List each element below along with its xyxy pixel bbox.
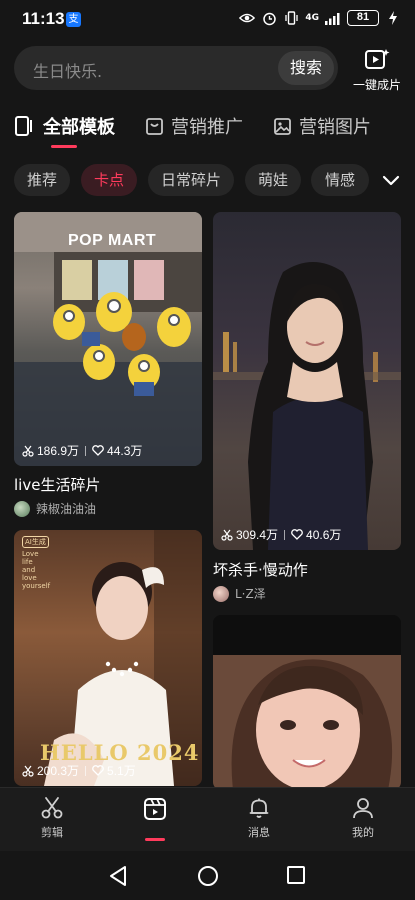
bag-icon: [146, 117, 163, 135]
avatar: [213, 585, 229, 602]
card-thumbnail: [14, 212, 202, 466]
uses-stat: 309.4万: [221, 526, 278, 543]
card-side-text: Love life and love yourself: [22, 550, 51, 590]
template-card-live-life[interactable]: POP MART 186.9万 44.3万: [14, 212, 202, 466]
status-bar: 11:13 支 4G 81: [0, 0, 415, 40]
likes-stat: 5.1万: [92, 762, 136, 779]
tab-label: 全部模板: [43, 117, 115, 138]
image-icon: [274, 117, 291, 135]
search-placeholder: 生日快乐.: [33, 62, 103, 81]
category-tabs: 全部模板 营销推广 营销图片: [0, 108, 415, 148]
likes-stat: 40.6万: [291, 526, 341, 543]
tab-marketing-images[interactable]: 营销图片: [273, 108, 371, 144]
card-stats: 309.4万 40.6万: [221, 526, 341, 543]
home-icon[interactable]: [197, 865, 219, 887]
alipay-notification-icon: 支: [66, 12, 81, 27]
nav-templates[interactable]: [125, 796, 185, 822]
heart-icon: [92, 765, 104, 776]
status-time: 11:13: [22, 9, 65, 28]
one-click-create-button[interactable]: 一键成片: [349, 48, 405, 92]
uses-stat: 200.3万: [22, 762, 79, 779]
bell-icon: [249, 798, 269, 818]
scissors-icon: [22, 765, 34, 777]
one-click-create-label: 一键成片: [352, 78, 401, 92]
battery-indicator: 81: [347, 10, 379, 26]
recents-icon[interactable]: [286, 865, 306, 885]
nav-messages[interactable]: 消息: [229, 796, 289, 840]
bottom-nav: 剪辑 消息 我的: [0, 787, 415, 851]
avatar: [14, 500, 30, 517]
search-button[interactable]: 搜索: [278, 51, 334, 85]
template-clapper-icon: [144, 798, 166, 820]
status-icons: 4G 81: [239, 10, 401, 26]
scissors-icon: [221, 529, 233, 541]
search-input[interactable]: 生日快乐. 搜索: [14, 46, 338, 90]
system-nav-bar: [0, 851, 415, 900]
scissors-icon: [41, 797, 63, 819]
alarm-icon: [261, 11, 277, 25]
card-title[interactable]: 坏杀手·慢动作: [213, 559, 308, 580]
nav-profile[interactable]: 我的: [333, 796, 393, 840]
card-image-text: POP MART: [68, 232, 157, 249]
nav-label: 消息: [248, 826, 270, 839]
vibrate-icon: [283, 11, 299, 25]
filter-chips: 推荐 卡点 日常碎片 萌娃 情感: [14, 164, 415, 198]
scissors-icon: [22, 445, 34, 457]
nav-label: 剪辑: [41, 826, 63, 839]
template-icon: [15, 116, 32, 136]
tab-label: 营销图片: [299, 117, 371, 138]
chevron-down-icon[interactable]: [379, 168, 403, 192]
card-author[interactable]: L·Z泽: [213, 585, 266, 602]
active-nav-indicator: [145, 838, 165, 841]
card-stats: 200.3万 5.1万: [22, 762, 136, 779]
video-spark-icon: [365, 49, 390, 69]
tab-marketing-promo[interactable]: 营销推广: [145, 108, 243, 144]
template-card-portrait[interactable]: [213, 615, 401, 787]
heart-icon: [92, 445, 104, 456]
nav-label: 我的: [352, 826, 374, 839]
ai-generated-tag: AI生成: [22, 536, 49, 548]
signal-icon: [325, 11, 341, 25]
card-thumbnail: [213, 262, 401, 550]
active-tab-indicator: [51, 145, 77, 148]
eye-icon: [239, 11, 256, 25]
back-icon[interactable]: [108, 865, 128, 887]
chip-beat-sync[interactable]: 卡点: [81, 164, 137, 196]
charging-icon: [385, 11, 401, 25]
template-card-hello-2024[interactable]: AI生成 Love life and love yourself HELLO 2…: [14, 530, 202, 786]
card-author[interactable]: 辣椒油油油: [14, 500, 96, 517]
template-card-slow-motion[interactable]: 309.4万 40.6万: [213, 212, 401, 550]
chip-daily-fragments[interactable]: 日常碎片: [148, 164, 234, 196]
chip-emotion[interactable]: 情感: [311, 164, 369, 196]
chip-recommend[interactable]: 推荐: [14, 164, 70, 196]
uses-stat: 186.9万: [22, 442, 79, 459]
network-type: 4G: [305, 12, 319, 23]
likes-stat: 44.3万: [92, 442, 142, 459]
template-feed: POP MART 186.9万 44.3万 live生活碎片 辣椒油油油 309…: [0, 212, 415, 787]
heart-icon: [291, 529, 303, 540]
chip-cute-kids[interactable]: 萌娃: [245, 164, 301, 196]
card-thumbnail: [213, 655, 401, 787]
tab-label: 营销推广: [171, 117, 243, 138]
user-icon: [353, 798, 373, 819]
card-stats: 186.9万 44.3万: [22, 442, 142, 459]
nav-edit[interactable]: 剪辑: [22, 796, 82, 840]
card-title[interactable]: live生活碎片: [14, 474, 100, 495]
tab-all-templates[interactable]: 全部模板: [14, 108, 115, 144]
